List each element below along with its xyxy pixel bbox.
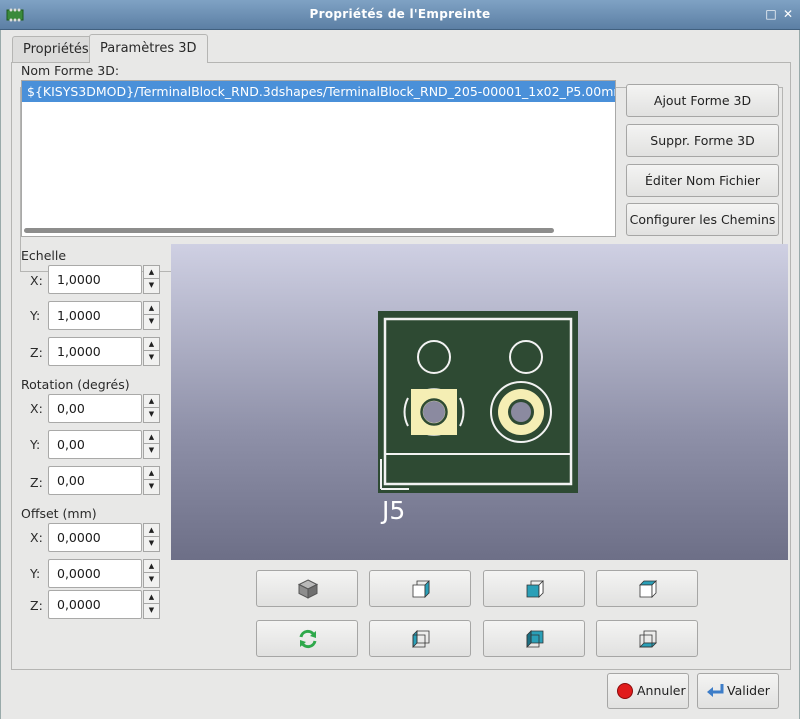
configure-paths-button[interactable]: Configurer les Chemins (626, 203, 779, 236)
up-arrow-icon[interactable]: ▲ (143, 466, 160, 480)
cancel-button[interactable]: Annuler (607, 673, 689, 709)
view-bottom-button[interactable] (596, 620, 698, 657)
scale-x-label: X: (30, 273, 43, 288)
scale-z-stepper[interactable]: ▲ ▼ (143, 337, 160, 366)
rotation-z-label: Z: (30, 475, 43, 490)
down-arrow-icon[interactable]: ▼ (143, 604, 160, 619)
down-arrow-icon[interactable]: ▼ (143, 408, 160, 423)
pcb-board (378, 311, 578, 493)
scale-x-stepper[interactable]: ▲ ▼ (143, 265, 160, 294)
pad-1-hole (423, 401, 445, 423)
view-right-icon (412, 580, 430, 598)
cancel-label: Annuler (637, 683, 686, 698)
view-front-icon (526, 580, 544, 598)
rotation-x-label: X: (30, 401, 43, 416)
view-back-button[interactable] (483, 620, 585, 657)
reload-icon (299, 629, 317, 649)
down-arrow-icon[interactable]: ▼ (143, 351, 160, 366)
offset-x-input[interactable]: 0,0000 (48, 523, 142, 552)
offset-z-stepper[interactable]: ▲ ▼ (143, 590, 160, 619)
rotation-x-stepper[interactable]: ▲ ▼ (143, 394, 160, 423)
down-arrow-icon[interactable]: ▼ (143, 315, 160, 330)
reference-label: J5 (380, 496, 405, 525)
offset-z-input[interactable]: 0,0000 (48, 590, 142, 619)
offset-y-label: Y: (30, 566, 41, 581)
footprint-preview: J5 (378, 311, 578, 525)
up-arrow-icon[interactable]: ▲ (143, 301, 160, 315)
offset-y-stepper[interactable]: ▲ ▼ (143, 559, 160, 588)
offset-label: Offset (mm) (21, 506, 97, 521)
rotation-y-input[interactable]: 0,00 (48, 430, 142, 459)
tab-proprietes[interactable]: Propriétés (12, 36, 100, 63)
dialog-body: Propriétés Paramètres 3D Nom Forme 3D: $… (0, 30, 800, 719)
rotation-label: Rotation (degrés) (21, 377, 130, 392)
up-arrow-icon[interactable]: ▲ (143, 337, 160, 351)
view-front-button[interactable] (483, 570, 585, 607)
view-left-icon (412, 630, 430, 648)
enter-arrow-icon (707, 684, 724, 697)
down-arrow-icon[interactable]: ▼ (143, 573, 160, 588)
up-arrow-icon[interactable]: ▲ (143, 265, 160, 279)
up-arrow-icon[interactable]: ▲ (143, 559, 160, 573)
view-3d-button[interactable] (256, 570, 358, 607)
scale-label: Echelle (21, 248, 67, 263)
view-back-icon (526, 630, 544, 648)
scale-z-input[interactable]: 1,0000 (48, 337, 142, 366)
rotation-y-stepper[interactable]: ▲ ▼ (143, 430, 160, 459)
add-shape-button[interactable]: Ajout Forme 3D (626, 84, 779, 117)
scale-x-input[interactable]: 1,0000 (48, 265, 142, 294)
rotation-x-input[interactable]: 0,00 (48, 394, 142, 423)
maximize-button[interactable]: □ (764, 7, 778, 21)
down-arrow-icon[interactable]: ▼ (143, 537, 160, 552)
tab-parametres-3d[interactable]: Paramètres 3D (89, 34, 208, 63)
reload-button[interactable] (256, 620, 358, 657)
close-button[interactable]: ✕ (781, 7, 795, 21)
ok-label: Valider (727, 683, 770, 698)
up-arrow-icon[interactable]: ▲ (143, 394, 160, 408)
edit-filename-button[interactable]: Éditer Nom Fichier (626, 164, 779, 197)
down-arrow-icon[interactable]: ▼ (143, 279, 160, 294)
rotation-z-stepper[interactable]: ▲ ▼ (143, 466, 160, 495)
shape-file-row[interactable]: ${KISYS3DMOD}/TerminalBlock_RND.3dshapes… (22, 81, 615, 102)
shape-file-list[interactable]: ${KISYS3DMOD}/TerminalBlock_RND.3dshapes… (21, 80, 616, 237)
shape-group-label: Nom Forme 3D: (20, 63, 121, 78)
remove-shape-button[interactable]: Suppr. Forme 3D (626, 124, 779, 157)
view-right-button[interactable] (369, 570, 471, 607)
scale-y-stepper[interactable]: ▲ ▼ (143, 301, 160, 330)
cancel-icon (617, 683, 633, 699)
offset-x-label: X: (30, 530, 43, 545)
rotation-z-input[interactable]: 0,00 (48, 466, 142, 495)
scale-z-label: Z: (30, 345, 43, 360)
scale-y-label: Y: (30, 308, 41, 323)
up-arrow-icon[interactable]: ▲ (143, 430, 160, 444)
up-arrow-icon[interactable]: ▲ (143, 523, 160, 537)
up-arrow-icon[interactable]: ▲ (143, 590, 160, 604)
window-title: Propriétés de l'Empreinte (309, 7, 491, 21)
view-bottom-icon (639, 630, 657, 648)
ok-button[interactable]: Valider (697, 673, 779, 709)
scale-y-input[interactable]: 1,0000 (48, 301, 142, 330)
offset-z-label: Z: (30, 598, 43, 613)
pad-2-hole (511, 402, 531, 422)
horizontal-scrollbar[interactable] (24, 228, 554, 233)
view-left-button[interactable] (369, 620, 471, 657)
offset-x-stepper[interactable]: ▲ ▼ (143, 523, 160, 552)
title-bar: Propriétés de l'Empreinte □ ✕ (0, 0, 800, 30)
preview-viewport[interactable]: J5 (171, 244, 788, 560)
down-arrow-icon[interactable]: ▼ (143, 444, 160, 459)
view-top-button[interactable] (596, 570, 698, 607)
view-3d-icon (297, 579, 319, 599)
rotation-y-label: Y: (30, 437, 41, 452)
down-arrow-icon[interactable]: ▼ (143, 480, 160, 495)
view-top-icon (639, 580, 657, 598)
offset-y-input[interactable]: 0,0000 (48, 559, 142, 588)
